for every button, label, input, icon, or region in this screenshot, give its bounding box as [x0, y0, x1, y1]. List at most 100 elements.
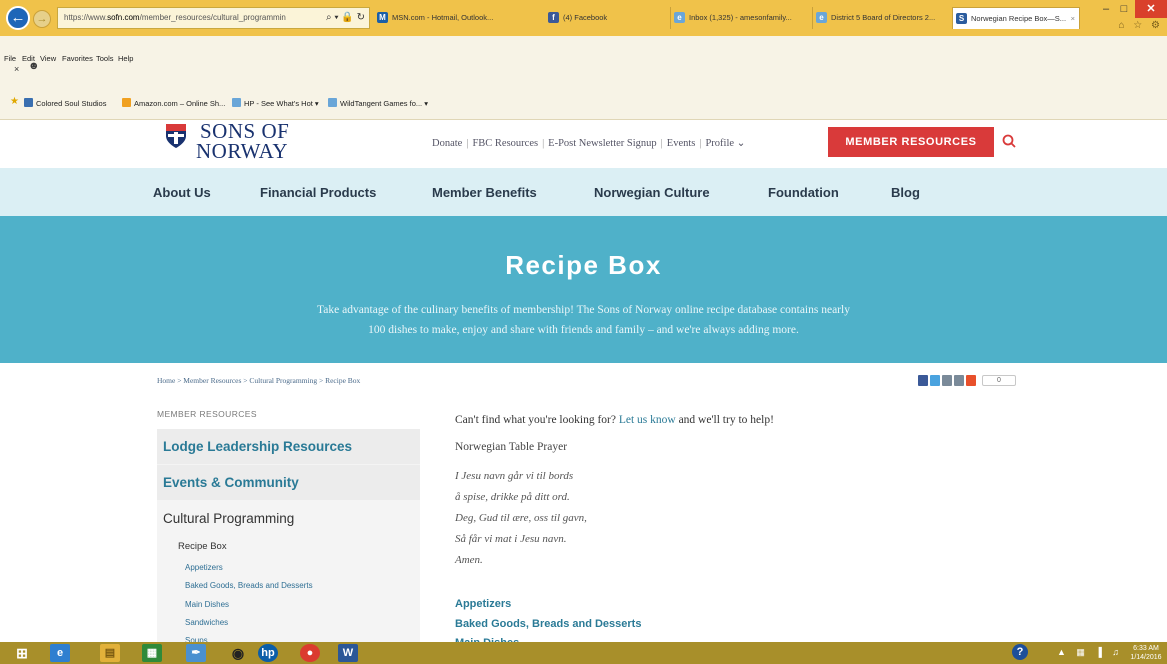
address-prefix: https://www. — [64, 13, 108, 22]
address-path: /member_resources/cultural_programmin — [139, 13, 286, 22]
ie-icon — [328, 98, 337, 107]
nav-blog[interactable]: Blog — [891, 185, 920, 200]
back-button[interactable]: ← — [6, 6, 30, 30]
arrow-right-icon: → — [36, 13, 48, 25]
sidebar-item-events-community[interactable]: Events & Community — [157, 465, 420, 500]
facebook-share-icon[interactable] — [918, 375, 928, 386]
sidebar-item-recipe-box[interactable]: Recipe Box — [178, 541, 227, 552]
bookmark-icon — [122, 98, 131, 107]
menu-file[interactable]: File — [4, 54, 16, 63]
menu-help[interactable]: Help — [118, 54, 133, 63]
search-icon[interactable] — [1002, 134, 1016, 148]
browser-tab-district[interactable]: e District 5 Board of Directors 2... — [812, 7, 950, 29]
bookmark-icon — [24, 98, 33, 107]
newsletter-signup-link[interactable]: E-Post Newsletter Signup — [548, 138, 657, 149]
utility-links: Donate | FBC Resources | E-Post Newsletter S… — [432, 138, 746, 149]
ie-icon — [232, 98, 241, 107]
prayer-title: Norwegian Table Prayer — [455, 441, 568, 453]
browser-titlebar: ← → https://www.sofn.com/member_resource… — [0, 0, 1167, 36]
sidebar-subitem-main-dishes[interactable]: Main Dishes — [185, 600, 229, 609]
hero-description: Take advantage of the culinary benefits … — [317, 304, 850, 336]
ie-icon: e — [816, 12, 827, 23]
star-icon: ★ — [10, 96, 19, 107]
media-icon[interactable]: ◉ — [228, 644, 248, 662]
browser-tab-facebook[interactable]: f (4) Facebook — [545, 7, 645, 29]
favorite-wildtangent[interactable]: WildTangent Games fo... ▾ — [328, 98, 428, 108]
hp-icon[interactable]: hp — [258, 644, 278, 662]
browser-tool-icons[interactable]: ⌂ ☆ ⚙ — [1118, 20, 1163, 31]
tab-label: MSN.com - Hotmail, Outlook... — [392, 13, 494, 22]
table-prayer: I Jesu navn går vi til bords å spise, dr… — [455, 470, 587, 566]
minimize-button[interactable]: – — [1097, 0, 1115, 18]
system-tray-icons[interactable]: ▲ ▦ ▐ ♫ — [1057, 647, 1123, 658]
share-count: 0 — [982, 375, 1016, 386]
tab-label: Norwegian Recipe Box—S... — [971, 14, 1067, 23]
profile-dropdown[interactable]: Profile ⌄ — [705, 138, 745, 149]
store-icon[interactable]: ▦ — [142, 644, 162, 662]
browser-tab-msn[interactable]: M MSN.com - Hotmail, Outlook... — [374, 7, 544, 29]
menu-tools[interactable]: Tools — [96, 54, 114, 63]
paint-icon[interactable]: ✒ — [186, 644, 206, 662]
windows-start-icon[interactable]: ⊞ — [12, 644, 32, 662]
browser-tab-recipe-box[interactable]: S Norwegian Recipe Box—S... × — [952, 7, 1080, 29]
maximize-button[interactable]: □ — [1115, 0, 1133, 18]
address-controls-icon[interactable]: ⌕ ▾ 🔒 ↻ — [326, 8, 365, 28]
address-domain: sofn.com — [107, 13, 140, 22]
nav-member-benefits[interactable]: Member Benefits — [432, 185, 537, 200]
sidebar-item-lodge-leadership[interactable]: Lodge Leadership Resources — [157, 429, 420, 464]
site-header: SONS OF NORWAY Donate | FBC Resources | E-Po… — [0, 120, 1167, 168]
twitter-share-icon[interactable] — [930, 375, 940, 386]
facebook-icon: f — [548, 12, 559, 23]
fbc-resources-link[interactable]: FBC Resources — [472, 138, 538, 149]
menu-favorites[interactable]: Favorites — [62, 54, 93, 63]
sons-of-norway-logo[interactable]: SONS OF NORWAY — [162, 120, 312, 166]
ie-taskbar-icon[interactable]: e — [50, 644, 70, 662]
nav-financial-products[interactable]: Financial Products — [260, 185, 376, 200]
chrome-icon[interactable]: ● — [300, 644, 320, 662]
breadcrumb[interactable]: Home > Member Resources > Cultural Progr… — [157, 376, 360, 385]
favorite-amazon[interactable]: Amazon.com – Online Sh... — [122, 98, 225, 108]
donate-link[interactable]: Donate — [432, 138, 462, 149]
shield-icon — [166, 124, 186, 148]
hero-banner: Recipe Box Take advantage of the culinar… — [0, 216, 1167, 363]
events-link[interactable]: Events — [667, 138, 696, 149]
favorite-hp[interactable]: HP - See What's Hot ▾ — [232, 98, 319, 108]
tab-label: District 5 Board of Directors 2... — [831, 13, 936, 22]
sidebar: Lodge Leadership Resources Events & Comm… — [157, 429, 420, 645]
menu-view[interactable]: View — [40, 54, 56, 63]
nav-foundation[interactable]: Foundation — [768, 185, 839, 200]
nav-about-us[interactable]: About Us — [153, 185, 211, 200]
address-bar[interactable]: https://www.sofn.com/member_resources/cu… — [57, 7, 370, 29]
member-resources-button[interactable]: MEMBER RESOURCES — [828, 127, 994, 157]
system-clock[interactable]: 6:33 AM 1/14/2016 — [1129, 644, 1163, 662]
file-explorer-icon[interactable]: ▤ — [100, 644, 120, 662]
tab-close-icon[interactable]: × — [1071, 8, 1075, 29]
favorites-bar: ★ Colored Soul Studios Amazon.com – Onli… — [0, 76, 1167, 120]
nav-norwegian-culture[interactable]: Norwegian Culture — [594, 185, 710, 200]
category-link-baked-goods[interactable]: Baked Goods, Breads and Desserts — [455, 618, 641, 630]
close-window-button[interactable]: ✕ — [1135, 0, 1167, 18]
sidebar-subitem-appetizers[interactable]: Appetizers — [185, 563, 223, 572]
forward-button[interactable]: → — [33, 10, 51, 28]
let-us-know-link[interactable]: Let us know — [619, 414, 676, 426]
browser-tab-inbox[interactable]: e Inbox (1,325) - amesonfamily... — [670, 7, 810, 29]
help-icon[interactable]: ? — [1012, 644, 1028, 660]
msn-icon: M — [377, 12, 388, 23]
word-icon[interactable]: W — [338, 644, 358, 662]
addthis-share-icon[interactable] — [966, 375, 976, 386]
close-icon[interactable]: × — [14, 64, 19, 74]
print-share-icon[interactable] — [954, 375, 964, 386]
tab-label: (4) Facebook — [563, 13, 608, 22]
email-share-icon[interactable] — [942, 375, 952, 386]
sidebar-subitem-baked-goods[interactable]: Baked Goods, Breads and Desserts — [185, 581, 313, 590]
main-navigation: About Us Financial Products Member Benef… — [0, 168, 1167, 216]
favorite-colored-soul[interactable]: Colored Soul Studios — [24, 98, 106, 108]
page-title: Recipe Box — [505, 250, 662, 280]
sidebar-item-cultural-programming[interactable]: Cultural Programming — [157, 501, 420, 536]
app-extension-icon[interactable]: ☻ — [28, 60, 42, 72]
category-link-appetizers[interactable]: Appetizers — [455, 598, 511, 610]
windows-taskbar: ⊞ e ▤ ▦ ✒ ◉ hp ● W ? ▲ ▦ ▐ ♫ 6:33 AM 1/1… — [0, 642, 1167, 664]
browser-window: ← → https://www.sofn.com/member_resource… — [0, 0, 1167, 664]
arrow-left-icon: ← — [10, 9, 26, 26]
sidebar-subitem-sandwiches[interactable]: Sandwiches — [185, 618, 228, 627]
